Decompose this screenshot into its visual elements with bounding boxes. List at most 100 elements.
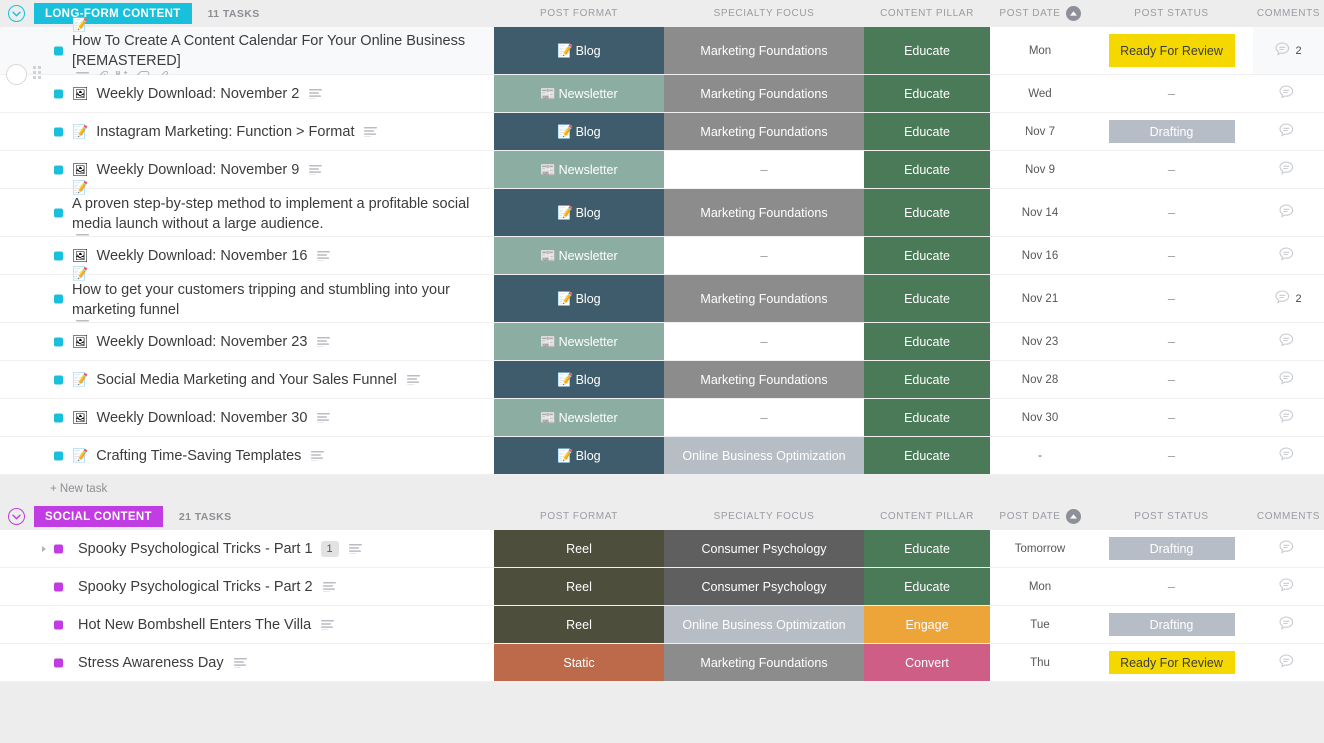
post-status-cell[interactable]: Drafting <box>1090 530 1253 567</box>
task-name-cell[interactable]: Spooky Psychological Tricks - Part 1 1 <box>0 530 494 567</box>
post-status-cell[interactable]: – <box>1090 361 1253 398</box>
post-date-cell[interactable]: Mon <box>990 27 1090 74</box>
table-row[interactable]: 🖼 Weekly Download: November 23 📰 Newsletter… <box>0 323 1324 361</box>
task-status-dot[interactable] <box>54 251 63 260</box>
task-title[interactable]: Weekly Download: November 30 <box>97 408 308 428</box>
task-name-cell[interactable]: Hot New Bombshell Enters The Villa <box>0 606 494 643</box>
comment-icon[interactable] <box>1275 290 1290 307</box>
post-format-cell[interactable]: 📰 Newsletter <box>494 399 664 436</box>
specialty-focus-cell[interactable]: – <box>664 237 864 274</box>
post-format-cell[interactable]: 📝 Blog <box>494 275 664 322</box>
task-title[interactable]: Social Media Marketing and Your Sales Fu… <box>96 370 397 390</box>
group-name-pill[interactable]: SOCIAL CONTENT <box>34 506 163 527</box>
status-badge[interactable]: Ready For Review <box>1108 34 1235 67</box>
comment-icon[interactable] <box>1278 371 1294 388</box>
post-status-cell[interactable]: – <box>1090 75 1253 112</box>
content-pillar-cell[interactable]: Educate <box>864 113 990 150</box>
column-header-comments[interactable]: COMMENTS <box>1253 511 1324 522</box>
task-status-dot[interactable] <box>54 451 63 460</box>
post-format-cell[interactable]: Reel <box>494 530 664 567</box>
post-format-cell[interactable]: 📝 Blog <box>494 361 664 398</box>
post-date-cell[interactable]: Tue <box>990 606 1090 643</box>
comments-cell[interactable] <box>1253 530 1324 567</box>
content-pillar-cell[interactable]: Educate <box>864 568 990 605</box>
task-name-cell[interactable]: Spooky Psychological Tricks - Part 2 <box>0 568 494 605</box>
comment-icon[interactable] <box>1278 123 1294 140</box>
post-format-cell[interactable]: Reel <box>494 568 664 605</box>
post-date-cell[interactable]: Nov 14 <box>990 189 1090 236</box>
post-format-cell[interactable]: 📰 Newsletter <box>494 75 664 112</box>
post-status-cell[interactable]: – <box>1090 323 1253 360</box>
content-pillar-cell[interactable]: Educate <box>864 361 990 398</box>
table-row[interactable]: 📝 How To Create A Content Calendar For Yo… <box>0 18 1324 84</box>
specialty-focus-cell[interactable]: – <box>664 151 864 188</box>
post-format-cell[interactable]: Reel <box>494 606 664 643</box>
task-status-dot[interactable] <box>54 89 63 98</box>
post-status-cell[interactable]: Ready For Review <box>1090 644 1253 681</box>
collapse-group-button[interactable] <box>8 5 25 22</box>
post-format-cell[interactable]: 📝 Blog <box>494 113 664 150</box>
column-header-post_date[interactable]: POST DATE <box>990 6 1090 21</box>
specialty-focus-cell[interactable]: Marketing Foundations <box>664 644 864 681</box>
task-status-dot[interactable] <box>54 620 63 629</box>
task-status-dot[interactable] <box>54 127 63 136</box>
table-row[interactable]: Spooky Psychological Tricks - Part 1 1 Ree… <box>0 530 1324 568</box>
task-status-dot[interactable] <box>54 413 63 422</box>
post-date-cell[interactable]: Nov 21 <box>990 275 1090 322</box>
post-status-cell[interactable]: – <box>1090 237 1253 274</box>
content-pillar-cell[interactable]: Educate <box>864 399 990 436</box>
column-header-specialty_focus[interactable]: SPECIALTY FOCUS <box>664 8 864 19</box>
table-row[interactable]: 🖼 Weekly Download: November 30 📰 Newsletter… <box>0 399 1324 437</box>
column-header-post_format[interactable]: POST FORMAT <box>494 511 664 522</box>
content-pillar-cell[interactable]: Educate <box>864 275 990 322</box>
task-status-dot[interactable] <box>54 658 63 667</box>
specialty-focus-cell[interactable]: Online Business Optimization <box>664 606 864 643</box>
table-row[interactable]: Stress Awareness Day Static Marketing Foun… <box>0 644 1324 682</box>
table-row[interactable]: 📝 Instagram Marketing: Function > Format 📝… <box>0 113 1324 151</box>
task-status-dot[interactable] <box>54 375 63 384</box>
specialty-focus-cell[interactable]: Marketing Foundations <box>664 113 864 150</box>
task-title[interactable]: Stress Awareness Day <box>78 653 224 673</box>
comments-cell[interactable] <box>1253 323 1324 360</box>
sort-ascending-icon[interactable] <box>1065 6 1081 21</box>
task-name-cell[interactable]: Stress Awareness Day <box>0 644 494 681</box>
task-name-cell[interactable]: 📝 How To Create A Content Calendar For Yo… <box>0 18 494 84</box>
post-format-cell[interactable]: 📝 Blog <box>494 189 664 236</box>
post-status-cell[interactable]: Drafting <box>1090 606 1253 643</box>
status-badge[interactable]: Drafting <box>1108 537 1235 560</box>
post-date-cell[interactable]: Tomorrow <box>990 530 1090 567</box>
specialty-focus-cell[interactable]: Online Business Optimization <box>664 437 864 474</box>
comments-cell[interactable] <box>1253 361 1324 398</box>
comments-cell[interactable] <box>1253 437 1324 474</box>
post-format-cell[interactable]: 📝 Blog <box>494 437 664 474</box>
comment-icon[interactable] <box>1278 447 1294 464</box>
table-row[interactable]: Spooky Psychological Tricks - Part 2 Reel… <box>0 568 1324 606</box>
comments-cell[interactable] <box>1253 189 1324 236</box>
specialty-focus-cell[interactable]: Consumer Psychology <box>664 530 864 567</box>
post-date-cell[interactable]: Nov 23 <box>990 323 1090 360</box>
task-name-cell[interactable]: 📝 A proven step-by-step method to impleme… <box>0 181 494 244</box>
post-date-cell[interactable]: Nov 30 <box>990 399 1090 436</box>
task-title[interactable]: Hot New Bombshell Enters The Villa <box>78 615 311 635</box>
specialty-focus-cell[interactable]: – <box>664 399 864 436</box>
post-date-cell[interactable]: Wed <box>990 75 1090 112</box>
new-task-button[interactable]: + New task <box>0 475 1324 503</box>
post-format-cell[interactable]: 📰 Newsletter <box>494 151 664 188</box>
table-row[interactable]: 📝 How to get your customers tripping and … <box>0 267 1324 330</box>
post-status-cell[interactable]: – <box>1090 275 1253 322</box>
content-pillar-cell[interactable]: Educate <box>864 530 990 567</box>
task-title[interactable]: How To Create A Content Calendar For You… <box>72 31 486 71</box>
content-pillar-cell[interactable]: Convert <box>864 644 990 681</box>
expand-subtasks-icon[interactable] <box>42 545 46 552</box>
content-pillar-cell[interactable]: Educate <box>864 323 990 360</box>
column-header-comments[interactable]: COMMENTS <box>1253 8 1324 19</box>
content-pillar-cell[interactable]: Educate <box>864 437 990 474</box>
specialty-focus-cell[interactable]: – <box>664 323 864 360</box>
post-status-cell[interactable]: – <box>1090 437 1253 474</box>
task-name-cell[interactable]: 📝 Crafting Time-Saving Templates <box>0 437 494 474</box>
task-title[interactable]: Weekly Download: November 2 <box>97 84 300 104</box>
column-header-post_status[interactable]: POST STATUS <box>1090 8 1253 19</box>
table-row[interactable]: 📝 Social Media Marketing and Your Sales F… <box>0 361 1324 399</box>
row-select-checkbox[interactable] <box>6 64 27 85</box>
post-status-cell[interactable]: – <box>1090 151 1253 188</box>
